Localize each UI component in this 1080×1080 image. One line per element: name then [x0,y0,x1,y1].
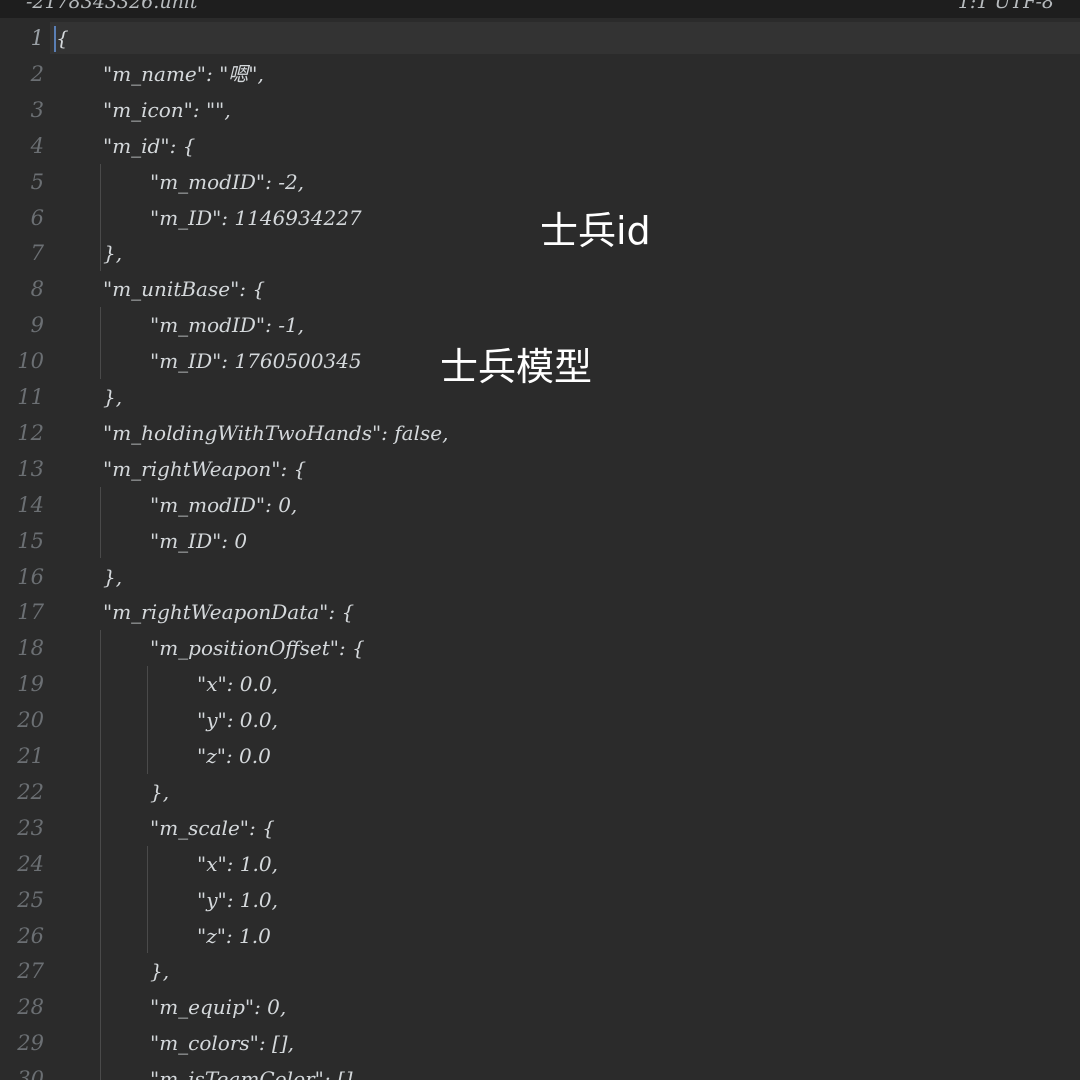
line-number: 13 [17,456,44,481]
code-line[interactable]: "y": 1.0, [197,882,278,918]
line-number-gutter: 1 2 3 4 5 6 7 8 9 10 11 12 13 14 15 16 17 18 19 20 21 22 23 24 2… [0,18,50,1080]
line-number: 20 [17,708,44,733]
line-number: 5 [30,169,44,194]
line-number: 7 [30,241,44,266]
code-line[interactable]: "m_unitBase": { [103,271,265,307]
line-number: 19 [17,672,44,697]
indent-guide [100,163,101,272]
line-number: 15 [17,528,44,553]
code-line[interactable]: }, [103,559,122,595]
code-line[interactable]: "m_ID": 1760500345 [150,343,362,379]
code-line[interactable]: }, [150,774,169,810]
line-number: 23 [17,815,44,840]
line-number: 25 [17,887,44,912]
code-line[interactable]: "m_name": "嗯", [103,56,264,92]
line-number: 3 [30,97,44,122]
line-number: 9 [30,313,44,338]
code-line[interactable]: "m_icon": "", [103,92,231,128]
code-line[interactable]: "m_scale": { [150,810,275,846]
code-line[interactable]: "m_colors": [], [150,1025,294,1061]
line-number: 2 [30,61,44,86]
code-line[interactable]: "m_ID": 0 [150,523,247,559]
code-line[interactable]: "x": 0.0, [197,666,278,702]
code-line[interactable]: "x": 1.0, [197,846,278,882]
line-number: 22 [17,779,44,804]
code-line[interactable]: "m_id": { [103,128,195,164]
line-number: 4 [30,133,44,158]
line-number: 27 [17,959,44,984]
code-line[interactable]: "m_isTeamColor": [] [150,1061,353,1080]
code-editor[interactable]: {"m_name": "嗯", "m_icon": "", "m_id": {"m_… [50,18,1080,1080]
file-name: -2178343326.unit [26,0,198,13]
line-number: 17 [17,600,44,625]
cursor-status: 1:1 UTF-8 [957,0,1054,13]
code-line[interactable]: "m_ID": 1146934227 [150,200,362,236]
line-number: 10 [17,349,44,374]
indent-guide [100,630,101,1080]
line-number: 11 [17,385,44,409]
code-line[interactable]: }, [150,953,169,989]
line-number: 16 [17,564,44,589]
title-bar: -2178343326.unit 1:1 UTF-8 [0,0,1080,18]
code-line[interactable]: { [56,20,69,56]
code-line[interactable]: }, [103,235,122,271]
line-number: 8 [30,277,44,302]
line-number: 14 [17,492,44,517]
line-number: 6 [30,205,44,230]
code-line[interactable]: }, [103,379,122,415]
line-number: 12 [17,420,44,445]
line-number: 26 [17,923,44,948]
annotation-soldier-model: 士兵模型 [440,345,593,389]
indent-guide [147,845,148,954]
annotation-soldier-id: 士兵id [540,209,651,253]
code-line[interactable]: "m_equip": 0, [150,989,286,1025]
line-number: 30 [17,1067,44,1080]
indent-guide [147,666,148,774]
code-line[interactable]: "m_rightWeaponData": { [103,594,354,630]
code-line[interactable]: "z": 0.0 [197,738,271,774]
code-line[interactable]: "m_modID": -1, [150,307,304,343]
line-number: 24 [17,851,44,876]
code-line[interactable]: "m_modID": -2, [150,164,304,200]
indent-guide [100,486,101,559]
line-number: 18 [17,636,44,661]
line-number: 28 [17,995,44,1020]
code-line[interactable]: "y": 0.0, [197,702,278,738]
line-number: 29 [17,1031,44,1056]
code-line[interactable]: "m_modID": 0, [150,487,297,523]
code-line[interactable]: "m_holdingWithTwoHands": false, [103,415,448,451]
line-number: 1 [30,26,44,50]
current-line-highlight [50,22,1080,54]
code-line[interactable]: "m_rightWeapon": { [103,451,306,487]
line-number: 21 [17,744,44,768]
code-line[interactable]: "m_positionOffset": { [150,630,365,666]
code-line[interactable]: "z": 1.0 [197,918,271,954]
indent-guide [100,307,101,379]
